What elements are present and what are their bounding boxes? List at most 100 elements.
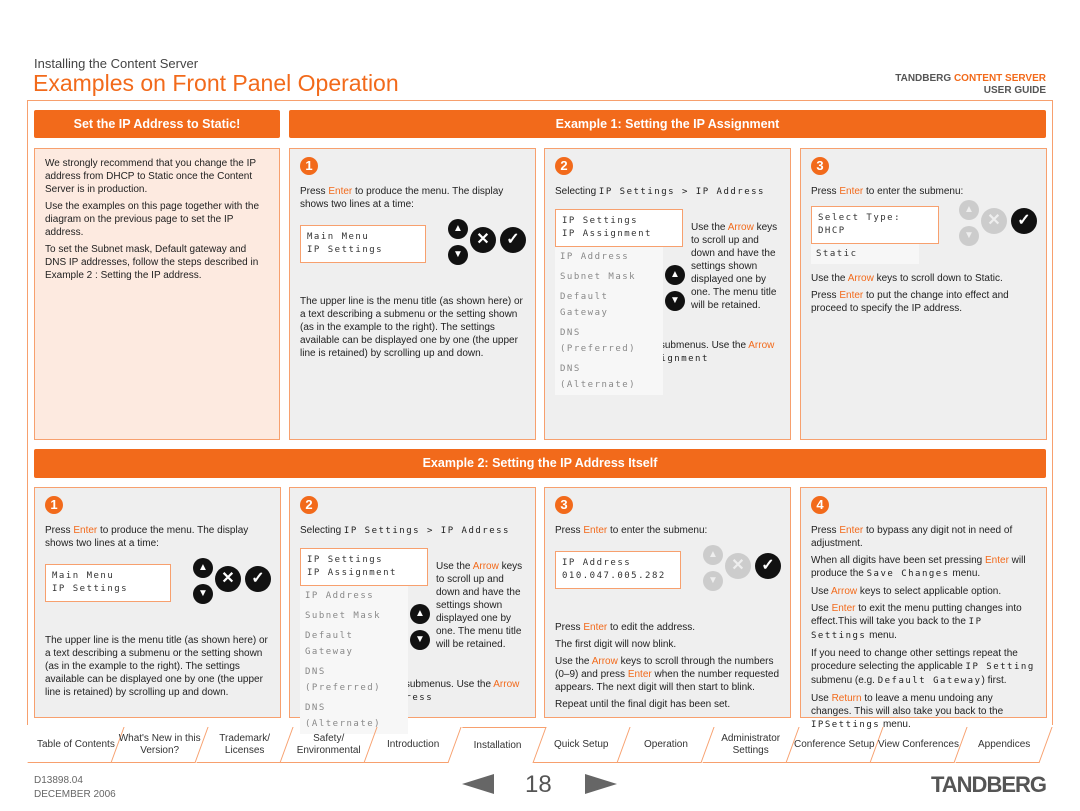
- tab-label: Table of Contents: [36, 738, 115, 750]
- tab-trademark-licenses[interactable]: Trademark/ Licenses: [196, 727, 294, 763]
- next-page-icon[interactable]: [585, 774, 617, 794]
- static-bar: Set the IP Address to Static!: [34, 110, 280, 138]
- text: Use: [811, 603, 832, 614]
- key-highlight: Arrow: [727, 222, 754, 233]
- step-number: 1: [300, 157, 318, 175]
- step-text: Use Return to leave a menu undoing any c…: [811, 692, 1036, 732]
- down-arrow-key-icon[interactable]: ▼: [448, 245, 468, 265]
- down-arrow-key-icon[interactable]: ▼: [959, 226, 979, 246]
- step-text: Press Enter to bypass any digit not in n…: [811, 524, 1036, 550]
- tab-installation[interactable]: Installation: [449, 727, 547, 763]
- enter-key-icon[interactable]: ✓: [755, 553, 781, 579]
- lcd-line-1: Main Menu: [52, 571, 115, 581]
- tab-label: View Conferences: [878, 738, 960, 750]
- up-arrow-key-icon[interactable]: ▲: [959, 200, 979, 220]
- submenu-item: DNS (Preferred): [300, 662, 408, 698]
- text: Press: [555, 525, 584, 536]
- submenu-item: Subnet Mask: [555, 267, 663, 287]
- enter-key-icon[interactable]: ✓: [1011, 208, 1037, 234]
- page-number: 18: [525, 771, 552, 798]
- lcd-line-1: Main Menu: [307, 232, 370, 242]
- page-title: Examples on Front Panel Operation: [33, 70, 399, 96]
- text: Use the: [691, 222, 728, 233]
- text: keys to scroll up and down and have the …: [436, 561, 523, 650]
- key-highlight: Arrow: [591, 656, 618, 667]
- tab-what-s-new-in-this-version[interactable]: What's New in this Version?: [111, 727, 210, 763]
- enter-key-icon[interactable]: ✓: [500, 227, 526, 253]
- tab-introduction[interactable]: Introduction: [364, 727, 463, 763]
- down-arrow-key-icon[interactable]: ▼: [193, 584, 213, 604]
- text: Press: [811, 525, 840, 536]
- text: The first digit will now blink.: [555, 639, 677, 650]
- cancel-key-icon[interactable]: ✕: [470, 227, 496, 253]
- text: To set the Subnet mask, Default gateway …: [45, 244, 259, 281]
- tab-administrator-settings[interactable]: Administrator Settings: [702, 727, 800, 763]
- down-arrow-key-icon[interactable]: ▼: [410, 630, 430, 650]
- key-highlight: Enter: [831, 603, 856, 614]
- step-panel: 3 Press Enter to enter the submenu: Select…: [800, 148, 1047, 440]
- tab-label: Appendices: [977, 738, 1030, 750]
- up-arrow-key-icon[interactable]: ▲: [410, 604, 430, 624]
- up-arrow-key-icon[interactable]: ▲: [193, 558, 213, 578]
- down-arrow-key-icon[interactable]: ▼: [665, 291, 685, 311]
- step-number: 2: [300, 496, 318, 514]
- tab-appendices[interactable]: Appendices: [955, 727, 1053, 763]
- up-arrow-key-icon[interactable]: ▲: [448, 219, 468, 239]
- enter-key-icon[interactable]: ✓: [245, 566, 271, 592]
- text: Use the: [811, 273, 848, 284]
- text: keys to scroll down to Static.: [873, 273, 1003, 284]
- submenu-item: IP Address: [555, 247, 663, 267]
- tab-safety-environmental[interactable]: Safety/ Environmental: [280, 727, 378, 763]
- brand-name: TANDBERG: [895, 73, 954, 84]
- submenu-item: DNS (Preferred): [555, 323, 663, 359]
- paragraph: Use the examples on this page together w…: [45, 200, 269, 239]
- up-arrow-key-icon[interactable]: ▲: [665, 265, 685, 285]
- tab-label: Operation: [644, 738, 689, 750]
- menu-name: Save Changes: [866, 569, 950, 579]
- text: ) first.: [981, 675, 1007, 686]
- text: Use the: [436, 561, 473, 572]
- lcd-line-2: IP Settings: [307, 245, 384, 255]
- lcd-display: Select Type: DHCP: [811, 206, 939, 244]
- step-intro: Selecting IP Settings > IP Address: [300, 524, 525, 538]
- step-number: 3: [555, 496, 573, 514]
- menu-name: Default Gateway: [877, 676, 982, 686]
- cancel-key-icon[interactable]: ✕: [981, 208, 1007, 234]
- tab-conference-setup[interactable]: Conference Setup: [786, 727, 884, 763]
- text: Selecting: [555, 186, 599, 197]
- step-text: If you need to change other settings rep…: [811, 647, 1036, 688]
- key-highlight: Enter: [583, 525, 608, 536]
- tab-label: Conference Setup: [794, 738, 876, 750]
- tab-label: Safety/ Environmental: [296, 732, 361, 756]
- step-text: Use Enter to exit the menu putting chang…: [811, 602, 1036, 643]
- tab-operation[interactable]: Operation: [617, 727, 716, 763]
- step-text: Use the Arrow keys to scroll through the…: [555, 655, 780, 694]
- down-arrow-key-icon[interactable]: ▼: [703, 571, 723, 591]
- lcd-line-2: IP Assignment: [562, 229, 652, 239]
- key-highlight: Enter: [839, 186, 864, 197]
- text: Selecting: [300, 525, 344, 536]
- step-number: 3: [811, 157, 829, 175]
- cancel-key-icon[interactable]: ✕: [215, 566, 241, 592]
- tab-label: Quick Setup: [554, 738, 610, 750]
- prev-page-icon[interactable]: [462, 774, 494, 794]
- example2-bar: Example 2: Setting the IP Address Itself: [34, 449, 1046, 478]
- submenu-item: DNS (Alternate): [555, 359, 663, 395]
- submenu-item: Default Gateway: [300, 626, 408, 662]
- text: The upper line is the menu title (as sho…: [300, 296, 523, 359]
- menu-name: IP Settings > IP Address: [598, 187, 765, 197]
- lcd-display: IP Settings IP Assignment: [555, 209, 683, 247]
- tab-table-of-contents[interactable]: Table of Contents: [27, 727, 125, 763]
- step-intro: Press Enter to enter the submenu:: [555, 524, 780, 537]
- step-number: 1: [45, 496, 63, 514]
- tab-quick-setup[interactable]: Quick Setup: [533, 727, 631, 763]
- tab-view-conferences[interactable]: View Conferences: [870, 727, 969, 763]
- cancel-key-icon[interactable]: ✕: [725, 553, 751, 579]
- tab-label: Trademark/ Licenses: [219, 732, 270, 756]
- lcd-line-1: IP Settings: [562, 216, 639, 226]
- menu-name: IP Setting: [965, 662, 1035, 672]
- tab-label: What's New in this Version?: [119, 732, 202, 756]
- up-arrow-key-icon[interactable]: ▲: [703, 545, 723, 565]
- paragraph: To set the Subnet mask, Default gateway …: [45, 243, 269, 282]
- product-name: CONTENT SERVER: [953, 73, 1046, 84]
